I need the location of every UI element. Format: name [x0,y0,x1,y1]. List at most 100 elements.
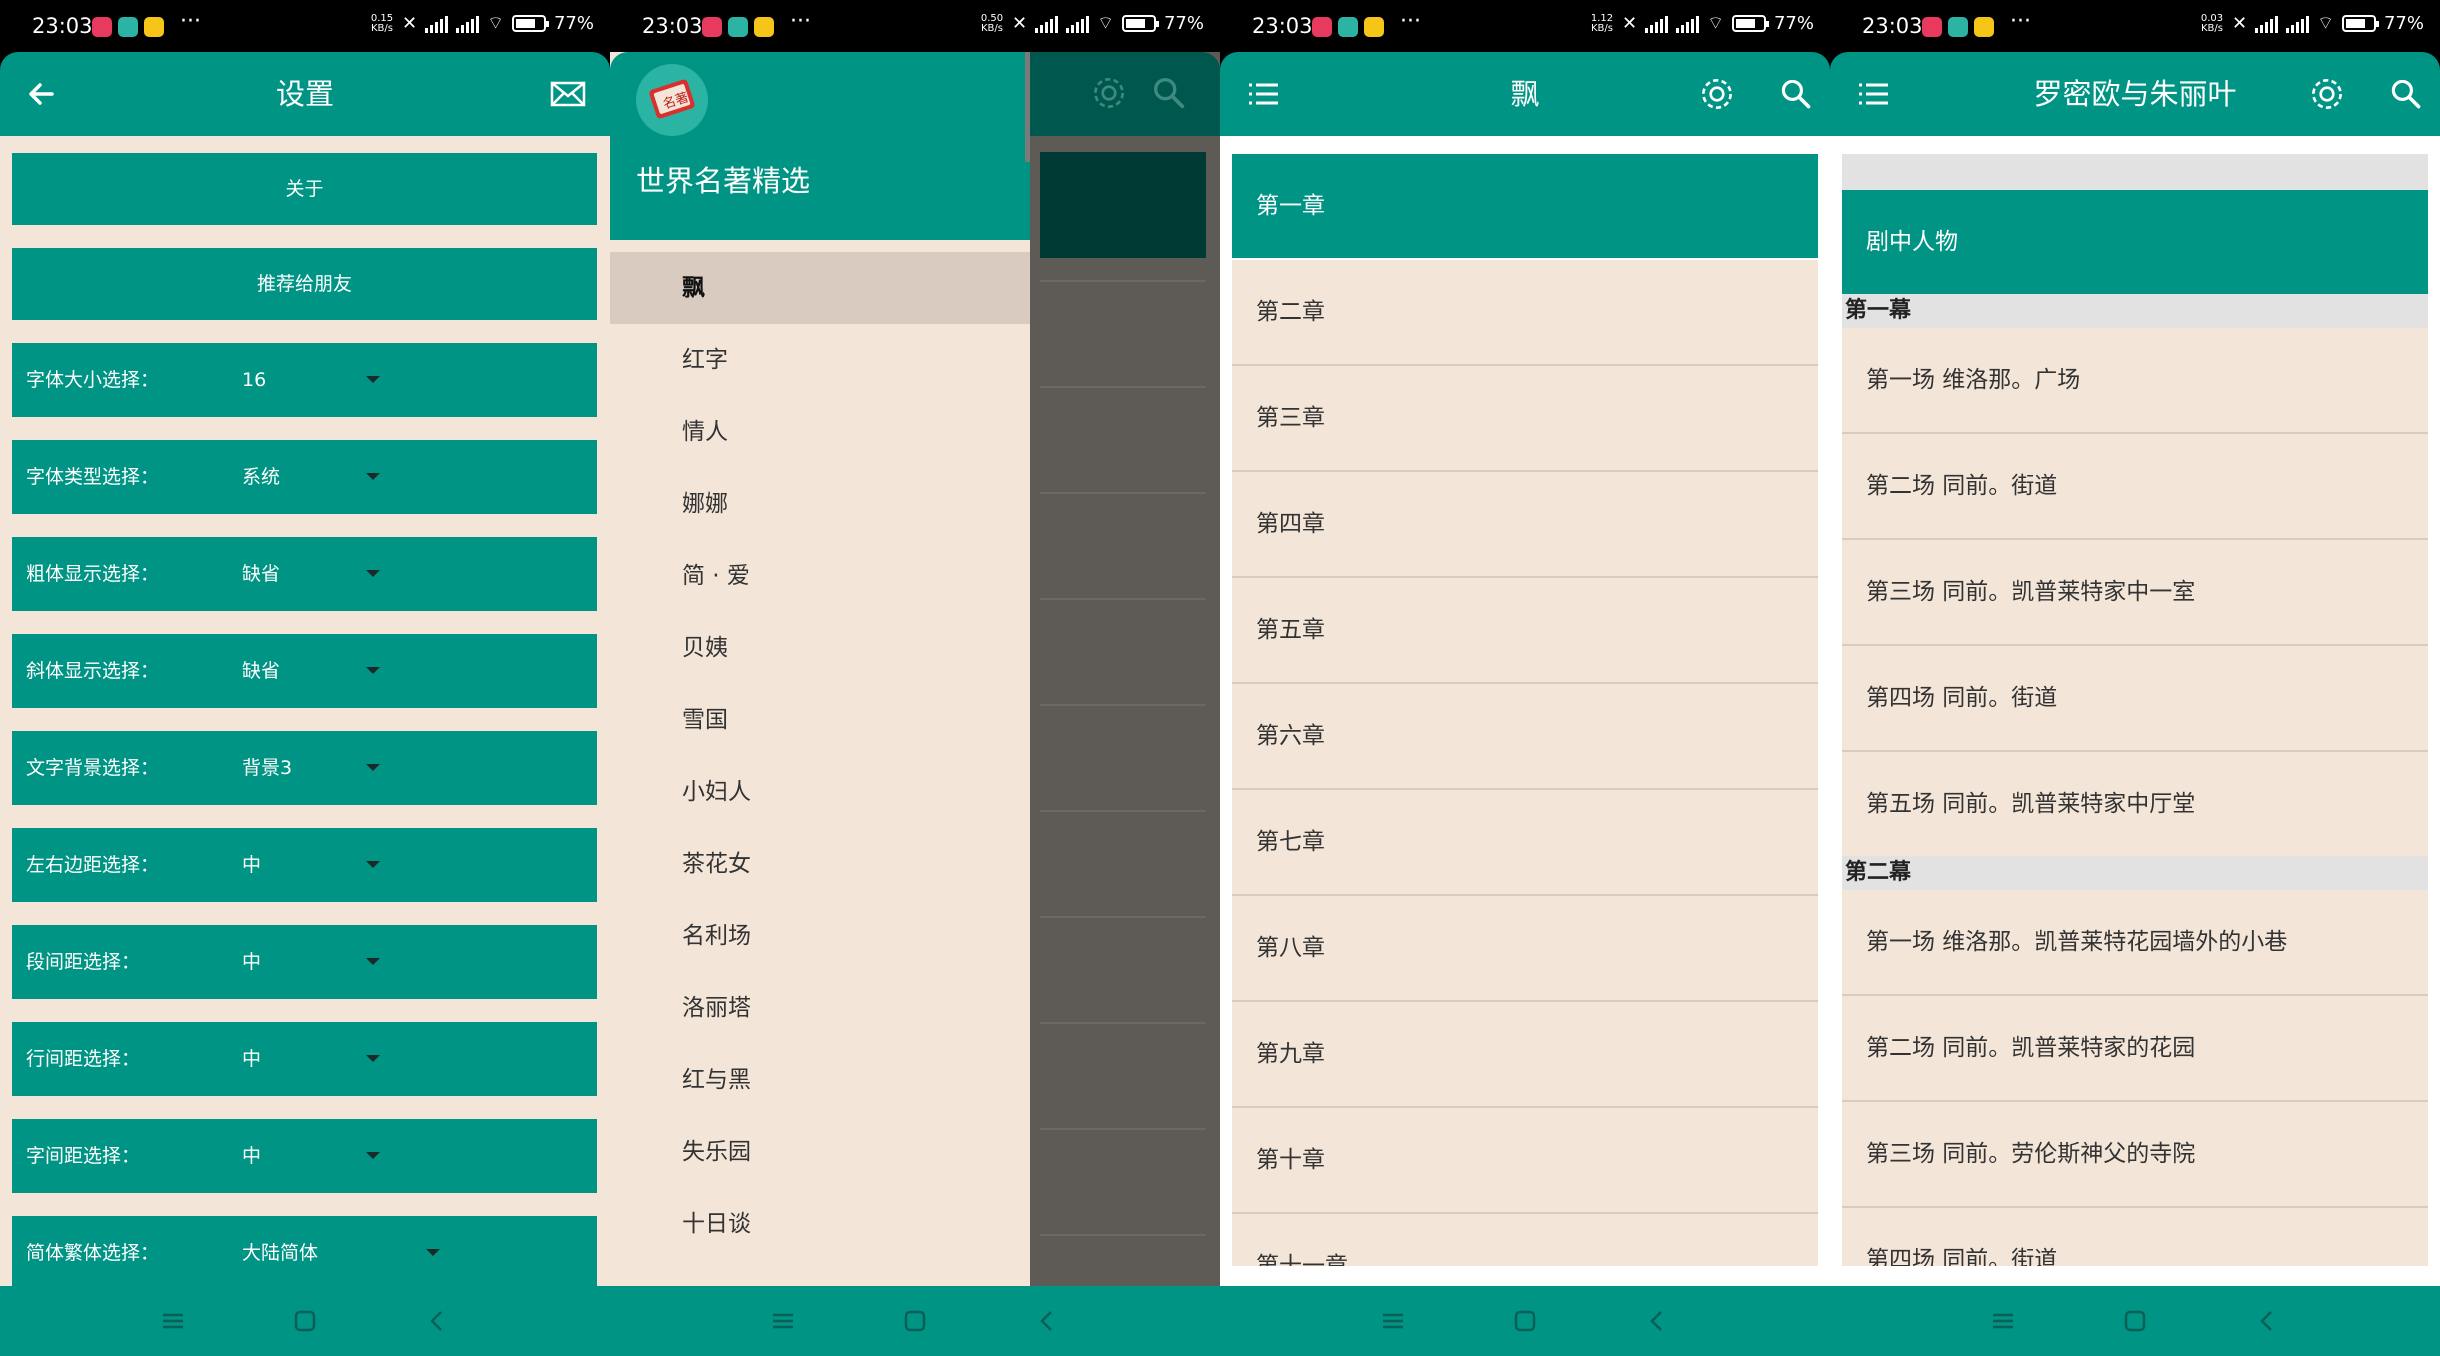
chapter-item[interactable]: 第十章 [1232,1108,1818,1212]
dropdown-arrow-icon [366,667,380,674]
net-speed: 0.03 KB/s [2200,12,2224,34]
background-select[interactable]: 文字背景选择： 背景3 [12,731,597,805]
chapter-item[interactable]: 第三章 [1232,366,1818,470]
back-nav-icon[interactable] [1642,1306,1672,1336]
select-value: 中 [242,951,262,973]
line-spacing-select[interactable]: 行间距选择： 中 [12,1022,597,1096]
dropdown-arrow-icon [366,861,380,868]
select-label: 字体类型选择： [26,466,160,488]
characters-item[interactable]: 剧中人物 [1842,190,2428,294]
gear-icon[interactable] [2306,73,2348,115]
chapter-item[interactable]: 第十一章 [1232,1214,1818,1266]
divider [1040,704,1206,706]
drawer-item[interactable]: 雪国 [610,684,1030,756]
menu-nav-icon[interactable] [768,1306,798,1336]
system-nav-bar [1830,1286,2440,1356]
chapter-list[interactable]: 第一章 第二章 第三章 第四章 第五章 第六章 第七章 第八章 第九章 第十章 … [1232,150,1818,1266]
mail-icon[interactable] [548,74,588,114]
scene-item[interactable]: 第五场 同前。凯普莱特家中厅堂 [1842,752,2428,856]
paragraph-spacing-select[interactable]: 段间距选择： 中 [12,925,597,999]
drawer-item[interactable]: 失乐园 [610,1116,1030,1188]
divider [1040,1234,1206,1236]
font-type-select[interactable]: 字体类型选择： 系统 [12,440,597,514]
select-value: 16 [242,369,267,391]
scene-item[interactable]: 第四场 同前。街道 [1842,646,2428,750]
home-nav-icon[interactable] [2120,1306,2150,1336]
signal-icon [1035,15,1059,33]
select-value: 缺省 [242,660,281,682]
chapter-item[interactable]: 第二章 [1232,260,1818,364]
scene-item[interactable]: 第二场 同前。街道 [1842,434,2428,538]
back-nav-icon[interactable] [422,1306,452,1336]
dropdown-arrow-icon [426,1249,440,1256]
notification-icons [92,17,164,37]
drawer-item[interactable]: 洛丽塔 [610,972,1030,1044]
font-size-select[interactable]: 字体大小选择： 16 [12,343,597,417]
page-title: 飘 [1510,77,1540,111]
scene-list[interactable]: 剧中人物 第一幕 第一场 维洛那。广场 第二场 同前。街道 第三场 同前。凯普莱… [1842,150,2428,1266]
back-nav-icon[interactable] [2252,1306,2282,1336]
dropdown-arrow-icon [366,473,380,480]
scene-item[interactable]: 第三场 同前。劳伦斯神父的寺院 [1842,1102,2428,1206]
drawer-item[interactable]: 红与黑 [610,1044,1030,1116]
drawer-item[interactable]: 茶花女 [610,828,1030,900]
drawer-item[interactable]: 娜娜 [610,468,1030,540]
margin-select[interactable]: 左右边距选择： 中 [12,828,597,902]
search-icon[interactable] [2388,76,2424,112]
chapter-item[interactable]: 第一章 [1232,154,1818,258]
dropdown-arrow-icon [366,1152,380,1159]
drawer-item[interactable]: 红字 [610,324,1030,396]
notification-icons [1922,17,1994,37]
scene-item[interactable]: 第三场 同前。凯普莱特家中一室 [1842,540,2428,644]
battery-level: 77% [2383,13,2424,34]
drawer-item[interactable]: 飘 [610,252,1030,324]
chapter-item[interactable]: 第六章 [1232,684,1818,788]
page-title: 罗密欧与朱丽叶 [2033,77,2237,111]
drawer-item[interactable]: 十日谈 [610,1188,1030,1260]
battery-level: 77% [553,13,594,34]
scene-item[interactable]: 第一场 维洛那。广场 [1842,328,2428,432]
home-nav-icon[interactable] [1510,1306,1540,1336]
drawer-item[interactable]: 小妇人 [610,756,1030,828]
select-label: 粗体显示选择： [26,563,160,585]
chapter-item[interactable]: 第四章 [1232,472,1818,576]
search-icon[interactable] [1778,76,1814,112]
scene-item[interactable]: 第一场 维洛那。凯普莱特花园墙外的小巷 [1842,890,2428,994]
drawer-item[interactable]: 情人 [610,396,1030,468]
italic-select[interactable]: 斜体显示选择： 缺省 [12,634,597,708]
home-nav-icon[interactable] [900,1306,930,1336]
gear-icon[interactable] [1696,73,1738,115]
letter-spacing-select[interactable]: 字间距选择： 中 [12,1119,597,1193]
divider [1040,386,1206,388]
battery-level: 77% [1163,13,1204,34]
about-button[interactable]: 关于 [12,153,597,225]
back-nav-icon[interactable] [1032,1306,1062,1336]
search-icon [1154,78,1185,109]
bold-select[interactable]: 粗体显示选择： 缺省 [12,537,597,611]
navigation-drawer: 名著 世界名著精选 飘 红字 情人 娜娜 简 · 爱 贝姨 雪国 小妇人 茶花女… [610,52,1030,1286]
chapter-item[interactable]: 第八章 [1232,896,1818,1000]
signal-icon [456,15,480,33]
more-notifications-icon: ··· [2010,9,2031,34]
chapter-item[interactable]: 第五章 [1232,578,1818,682]
scene-item[interactable]: 第四场 同前。街道 [1842,1208,2428,1266]
dropdown-arrow-icon [366,570,380,577]
status-right: 0.15 KB/s ✕ ⌔ 77% [370,12,594,35]
drawer-item[interactable]: 名利场 [610,900,1030,972]
app-notification-icon [702,17,722,37]
menu-nav-icon[interactable] [1988,1306,2018,1336]
scene-item[interactable]: 第二场 同前。凯普莱特家的花园 [1842,996,2428,1100]
chapter-item[interactable]: 第七章 [1232,790,1818,894]
chapter-item[interactable]: 第九章 [1232,1002,1818,1106]
menu-nav-icon[interactable] [1378,1306,1408,1336]
battery-icon [2341,15,2379,32]
signal-icon [425,15,449,33]
drawer-item[interactable]: 简 · 爱 [610,540,1030,612]
drawer-item[interactable]: 贝姨 [610,612,1030,684]
divider [1040,492,1206,494]
menu-nav-icon[interactable] [158,1306,188,1336]
recommend-button[interactable]: 推荐给朋友 [12,248,597,320]
home-nav-icon[interactable] [290,1306,320,1336]
drawer-scrollbar[interactable] [1025,52,1030,162]
traditional-simplified-select[interactable]: 简体繁体选择： 大陆简体 [12,1216,597,1290]
